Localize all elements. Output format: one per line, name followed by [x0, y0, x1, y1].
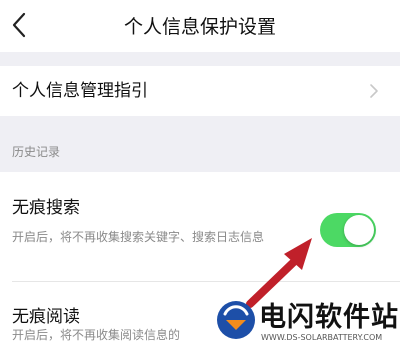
- incognito-search-title: 无痕搜索: [12, 198, 80, 218]
- section-header: 历史记录: [12, 145, 61, 159]
- incognito-search-toggle[interactable]: [320, 213, 376, 247]
- watermark: 电闪软件站 WWW.DS-SOLARBATTERY.COM: [214, 294, 400, 349]
- watermark-domain: WWW.DS-SOLARBATTERY.COM: [261, 333, 383, 342]
- personal-info-guide-row[interactable]: 个人信息管理指引: [0, 66, 400, 116]
- incognito-search-desc: 开启后，将不再收集搜索关键字、搜索日志信息: [12, 230, 265, 244]
- toggle-knob: [344, 215, 374, 245]
- incognito-read-title: 无痕阅读: [12, 307, 80, 327]
- watermark-name: 电闪软件站: [259, 302, 399, 333]
- page-title: 个人信息保护设置: [123, 16, 276, 38]
- brand-logo-icon: [217, 301, 255, 339]
- guide-row-label: 个人信息管理指引: [12, 81, 148, 101]
- chevron-right-icon: [370, 84, 378, 98]
- divider: [12, 281, 400, 282]
- nav-bar: 个人信息保护设置: [0, 0, 400, 52]
